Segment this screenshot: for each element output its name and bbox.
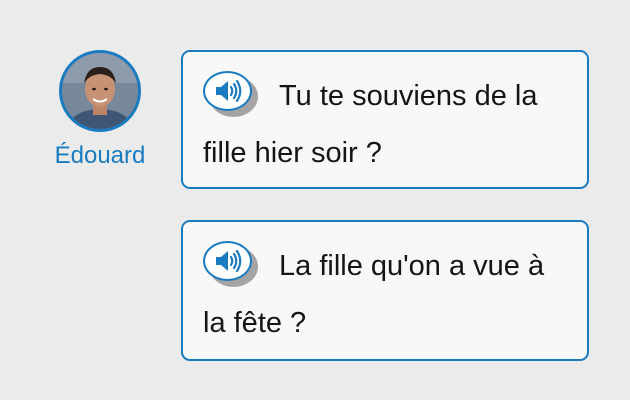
speaker-name: Édouard — [54, 142, 146, 169]
message-bubble: La fille qu'on a vue à la fête ? — [181, 220, 589, 361]
message-bubble: Tu te souviens de la fille hier soir ? — [181, 50, 589, 189]
play-audio-button[interactable] — [203, 71, 258, 117]
play-audio-button[interactable] — [203, 241, 258, 287]
dialogue-panel: Édouard Tu te souviens de la fille hier … — [0, 0, 630, 400]
person-photo-icon — [62, 53, 138, 129]
avatar — [59, 50, 141, 132]
speaker: Édouard — [40, 50, 160, 170]
speaker-volume-icon — [216, 249, 242, 273]
speaker-volume-icon — [216, 79, 242, 103]
